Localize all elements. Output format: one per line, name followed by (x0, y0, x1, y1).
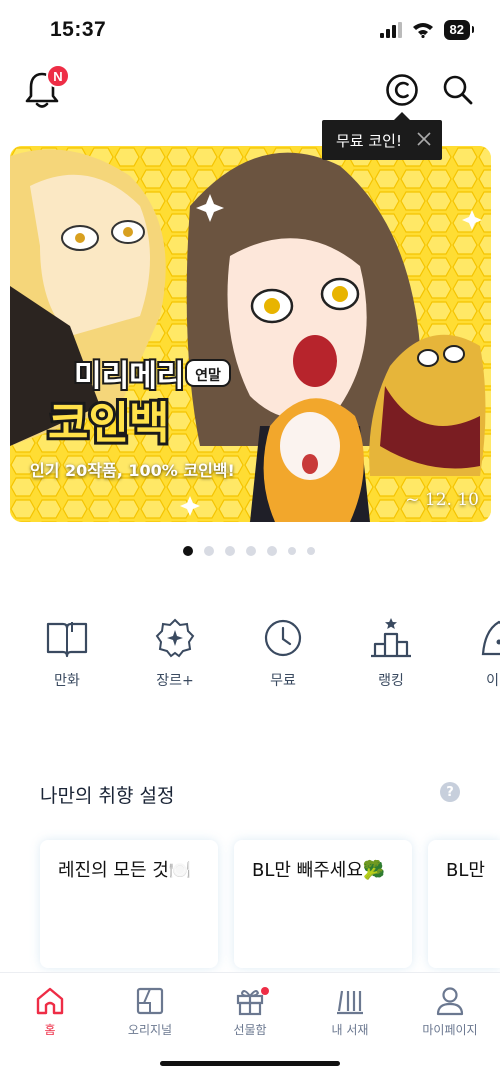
section-title: 나만의 취향 설정 (40, 785, 175, 807)
banner-title-tag: 연말 (195, 368, 221, 384)
wifi-icon (412, 23, 433, 38)
pagination-dot[interactable] (267, 546, 277, 556)
pagination-dot[interactable] (288, 547, 296, 555)
nav-library[interactable]: 내 서재 (300, 985, 400, 1038)
coin-icon[interactable] (384, 72, 420, 108)
nav-home[interactable]: 홈 (0, 985, 100, 1038)
clock-icon (264, 619, 302, 657)
preference-card-label: BL만 빼주세요🥦 (252, 860, 386, 881)
top-header: N (0, 64, 500, 120)
promo-banner[interactable]: 미리메리 연말 코인백 인기 20작품, 100% 코인백! ~ 12. 10 (10, 146, 491, 522)
banner-pagination (0, 546, 500, 556)
category-label: 무료 (270, 673, 296, 689)
notification-badge: N (46, 64, 70, 88)
nav-mypage[interactable]: 마이페이지 (400, 985, 500, 1038)
category-ranking[interactable]: 랭킹 (351, 618, 431, 690)
pagination-dot[interactable] (183, 546, 193, 556)
nav-gifts[interactable]: 선물함 (200, 985, 300, 1038)
event-icon (481, 620, 500, 656)
nav-label: 오리지널 (127, 1023, 173, 1037)
search-icon[interactable] (440, 72, 476, 108)
banner-title-big: 코인백 (48, 398, 169, 449)
category-genre[interactable]: 장르+ (135, 618, 215, 690)
category-label: 장르+ (156, 673, 194, 689)
category-label: 이벤 (486, 673, 500, 689)
new-gift-indicator (261, 987, 269, 995)
preference-card-label: 레진의 모든 것🍽️ (58, 860, 192, 881)
book-icon (46, 622, 88, 658)
close-icon[interactable] (414, 129, 434, 149)
library-icon (337, 990, 363, 1015)
nav-label: 홈 (44, 1023, 56, 1037)
preference-card[interactable]: BL만 (428, 840, 500, 968)
nav-label: 마이페이지 (422, 1023, 478, 1037)
pagination-dot[interactable] (246, 546, 256, 556)
help-icon[interactable]: ? (440, 782, 460, 802)
home-icon (36, 987, 64, 1015)
category-free[interactable]: 무료 (243, 618, 323, 690)
status-bar: 15:37 82 (0, 0, 500, 64)
home-indicator (160, 1061, 340, 1066)
category-comics[interactable]: 만화 (27, 618, 107, 690)
status-indicators: 82 (379, 20, 475, 40)
status-time: 15:37 (50, 18, 107, 41)
originals-icon (136, 987, 164, 1015)
bottom-navigation: 홈 오리지널 선물함 내 서재 마이페이지 (0, 972, 500, 1068)
banner-logo: 미리메리 연말 코인백 (45, 357, 231, 452)
nav-label: 선물함 (233, 1023, 267, 1037)
preference-card[interactable]: BL만 빼주세요🥦 (234, 840, 412, 968)
banner-title-small: 미리메리 (74, 359, 184, 394)
nav-label: 내 서재 (331, 1023, 369, 1037)
pagination-dot[interactable] (225, 546, 235, 556)
genre-badge-icon (155, 618, 195, 658)
cellular-signal-icon (379, 22, 402, 38)
preference-card-list: 레진의 모든 것🍽️ BL만 빼주세요🥦 BL만 (0, 840, 500, 970)
profile-icon (436, 987, 464, 1016)
free-coin-tooltip[interactable]: 무료 코인! (322, 112, 442, 160)
pagination-dot[interactable] (307, 547, 315, 555)
banner-subtitle: 인기 20작품, 100% 코인백! (30, 461, 235, 480)
tooltip-text: 무료 코인! (336, 131, 402, 150)
banner-date: ~ 12. 10 (405, 490, 479, 510)
category-label: 랭킹 (378, 673, 404, 689)
nav-originals[interactable]: 오리지널 (100, 985, 200, 1038)
preference-card-label: BL만 (446, 860, 485, 881)
podium-icon (371, 618, 411, 658)
preference-card[interactable]: 레진의 모든 것🍽️ (40, 840, 218, 968)
category-shortcuts: 만화 장르+ 무료 랭킹 이벤 (0, 618, 500, 698)
pagination-dot[interactable] (204, 546, 214, 556)
category-label: 만화 (54, 673, 80, 689)
battery-indicator: 82 (443, 20, 475, 40)
category-event[interactable]: 이벤 (459, 618, 500, 690)
